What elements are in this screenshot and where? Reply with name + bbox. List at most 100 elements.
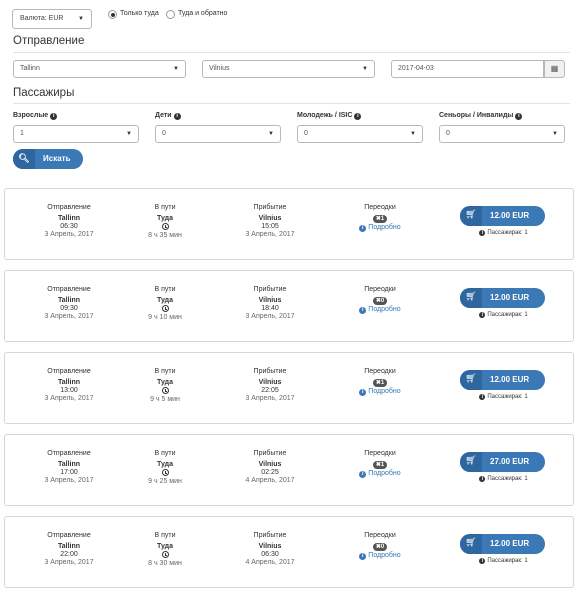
info-icon[interactable]: i xyxy=(50,113,58,120)
duration-header: В пути xyxy=(154,368,176,375)
info-icon: i xyxy=(359,553,367,560)
date-input[interactable]: 2017-04-03 xyxy=(391,60,544,78)
clock-icon-row xyxy=(115,223,215,231)
buy-button[interactable]: 🛒︎ 12.00 EUR xyxy=(460,206,545,226)
from-city-select[interactable]: Tallinn ▼ xyxy=(13,60,186,78)
arrival-city: Vilnius xyxy=(258,379,282,386)
departure-column: Отправление Tallinn 22:00 3 Апрель, 2017 xyxy=(19,532,119,566)
details-link[interactable]: i Подробно xyxy=(330,306,430,314)
arrival-time: 02:25 xyxy=(261,469,279,476)
info-icon: i xyxy=(359,471,367,478)
youth-label: Молодежь / ISIC xyxy=(297,112,353,119)
from-city-value: Tallinn xyxy=(20,65,40,72)
adults-select[interactable]: 1 ▼ xyxy=(13,125,139,143)
transfers-header: Переодки xyxy=(364,286,396,293)
info-icon: i xyxy=(359,389,367,396)
details-label: Подробно xyxy=(368,306,401,313)
duration-column: В пути Туда 8 ч 30 мин xyxy=(115,532,215,567)
chevron-down-icon: ▼ xyxy=(362,66,368,72)
youth-value: 0 xyxy=(304,130,308,137)
direction-label: Туда xyxy=(156,215,174,222)
to-city-select[interactable]: Vilnius ▼ xyxy=(202,60,375,78)
clock-icon-row xyxy=(115,469,215,477)
adults-label-row: Взрослые i xyxy=(13,112,58,120)
cart-icon: 🛒︎ xyxy=(460,370,482,390)
calendar-button[interactable]: ▦ xyxy=(544,60,565,78)
departure-time: 13:00 xyxy=(60,387,78,394)
details-link[interactable]: i Подробно xyxy=(330,552,430,560)
departure-header: Отправление xyxy=(47,368,91,375)
departure-column: Отправление Tallinn 17:00 3 Апрель, 2017 xyxy=(19,450,119,484)
price-label: 12.00 EUR xyxy=(490,211,530,220)
duration-column: В пути Туда 9 ч 10 мин xyxy=(115,286,215,321)
departure-column: Отправление Tallinn 13:00 3 Апрель, 2017 xyxy=(19,368,119,402)
departure-header: Отправление xyxy=(47,286,91,293)
clock-icon-row xyxy=(115,387,215,395)
departure-time: 09:30 xyxy=(60,305,78,312)
departure-city: Tallinn xyxy=(57,297,81,304)
duration-value: 9 ч 10 мин xyxy=(148,314,182,321)
departure-header: Отправление xyxy=(47,204,91,211)
divider xyxy=(13,103,570,104)
result-card: Отправление Tallinn 13:00 3 Апрель, 2017… xyxy=(4,352,574,424)
round-trip-radio[interactable] xyxy=(166,10,175,19)
youth-select[interactable]: 0 ▼ xyxy=(297,125,423,143)
currency-select[interactable]: Валюта: EUR ▼ xyxy=(12,9,92,29)
chevron-down-icon: ▼ xyxy=(268,131,274,137)
details-link[interactable]: i Подробно xyxy=(330,470,430,478)
info-icon: i xyxy=(479,476,486,482)
buy-button[interactable]: 🛒︎ 12.00 EUR xyxy=(460,534,545,554)
seniors-select[interactable]: 0 ▼ xyxy=(439,125,565,143)
result-card: Отправление Tallinn 06:30 3 Апрель, 2017… xyxy=(4,188,574,260)
clock-icon xyxy=(161,469,169,476)
round-trip-label: Туда и обратно xyxy=(178,10,228,17)
passengers-note: i Пассажирак: 1 xyxy=(461,558,546,564)
passengers-note-text: Пассажирак: 1 xyxy=(487,476,528,482)
arrival-date: 3 Апрель, 2017 xyxy=(245,313,295,320)
chevron-down-icon: ▼ xyxy=(552,131,558,137)
details-label: Подробно xyxy=(368,388,401,395)
youth-label-row: Молодежь / ISIC i xyxy=(297,112,362,120)
buy-button[interactable]: 🛒︎ 12.00 EUR xyxy=(460,288,545,308)
search-button[interactable]: 🔍︎ Искать xyxy=(13,149,83,169)
duration-header: В пути xyxy=(154,450,176,457)
transfers-badge: ✖1 xyxy=(372,215,388,223)
passengers-heading: Пассажиры xyxy=(13,87,75,99)
transfers-badge: ✖1 xyxy=(372,379,388,387)
arrival-header: Прибытие xyxy=(253,286,287,293)
departure-city: Tallinn xyxy=(57,379,81,386)
transfers-badge: ✖1 xyxy=(372,461,388,469)
arrival-city: Vilnius xyxy=(258,297,282,304)
buy-button[interactable]: 🛒︎ 27.00 EUR xyxy=(460,452,545,472)
cart-icon: 🛒︎ xyxy=(460,206,482,226)
departure-city: Tallinn xyxy=(57,543,81,550)
details-link[interactable]: i Подробно xyxy=(330,224,430,232)
clock-icon-row xyxy=(115,305,215,313)
result-card: Отправление Tallinn 09:30 3 Апрель, 2017… xyxy=(4,270,574,342)
transfers-header: Переодки xyxy=(364,532,396,539)
details-label: Подробно xyxy=(368,224,401,231)
details-link[interactable]: i Подробно xyxy=(330,388,430,396)
duration-value: 8 ч 35 мин xyxy=(148,232,182,239)
arrival-column: Прибытие Vilnius 22:05 3 Апрель, 2017 xyxy=(220,368,320,402)
info-icon[interactable]: i xyxy=(173,113,181,120)
arrival-column: Прибытие Vilnius 18:40 3 Апрель, 2017 xyxy=(220,286,320,320)
info-icon[interactable]: i xyxy=(354,113,362,120)
price-label: 12.00 EUR xyxy=(490,539,530,548)
arrival-city: Vilnius xyxy=(258,543,282,550)
transfers-header: Переодки xyxy=(364,204,396,211)
departure-date: 3 Апрель, 2017 xyxy=(44,395,94,402)
passengers-note-text: Пассажирак: 1 xyxy=(487,558,528,564)
one-way-radio[interactable] xyxy=(108,10,117,19)
buy-button[interactable]: 🛒︎ 12.00 EUR xyxy=(460,370,545,390)
arrival-date: 3 Апрель, 2017 xyxy=(245,231,295,238)
result-card: Отправление Tallinn 22:00 3 Апрель, 2017… xyxy=(4,516,574,588)
price-label: 12.00 EUR xyxy=(490,375,530,384)
departure-city: Tallinn xyxy=(57,461,81,468)
chevron-down-icon: ▼ xyxy=(410,131,416,137)
children-label: Дети xyxy=(155,112,172,119)
info-icon[interactable]: i xyxy=(515,113,523,120)
arrival-header: Прибытие xyxy=(253,368,287,375)
children-select[interactable]: 0 ▼ xyxy=(155,125,281,143)
transfers-badge: ✖0 xyxy=(372,297,388,305)
